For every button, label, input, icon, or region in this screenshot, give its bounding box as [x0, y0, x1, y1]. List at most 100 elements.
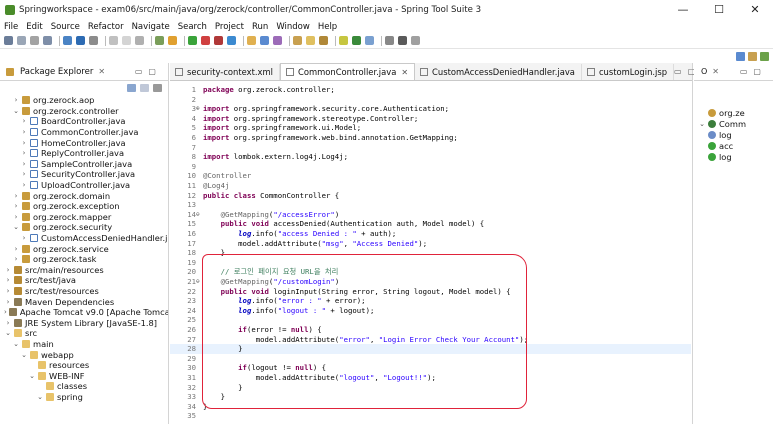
fold-marker-icon[interactable]: ⊖ — [196, 210, 201, 220]
tree-item[interactable]: › Apache Tomcat v9.0 [Apache Tomca — [0, 307, 168, 318]
collapsed-chevron-icon[interactable]: › — [12, 192, 20, 200]
tree-item[interactable]: ⌄ org.zerock.security — [0, 222, 168, 233]
code-line[interactable]: public class CommonController { — [203, 191, 339, 201]
toolbar-action-icon[interactable] — [122, 36, 131, 45]
tree-item[interactable]: classes — [0, 381, 168, 392]
editor-tab[interactable]: security-context.xml — [170, 64, 280, 80]
toolbar-action-icon[interactable] — [306, 36, 315, 45]
code-line[interactable]: @Controller — [203, 171, 251, 181]
collapsed-chevron-icon[interactable]: › — [20, 170, 28, 178]
view-minmax-controls[interactable]: ▭▢ — [135, 67, 162, 76]
editor-tab[interactable]: CommonController.java ✕ — [279, 63, 416, 80]
collapsed-chevron-icon[interactable]: › — [20, 128, 28, 136]
tree-item[interactable]: › src/test/resources — [0, 286, 168, 297]
expanded-chevron-icon[interactable]: ⌄ — [20, 351, 28, 359]
toolbar-action-icon[interactable] — [398, 36, 407, 45]
tree-item[interactable]: ⌄ spring — [0, 392, 168, 403]
collapsed-chevron-icon[interactable]: › — [20, 160, 28, 168]
close-tab-icon[interactable]: ✕ — [401, 68, 408, 77]
tree-item[interactable]: › org.zerock.mapper — [0, 212, 168, 223]
toolbar-action-icon[interactable] — [109, 36, 118, 45]
toolbar-action-icon[interactable] — [17, 36, 26, 45]
menu-edit[interactable]: Edit — [26, 22, 42, 32]
search-icon[interactable] — [736, 51, 745, 61]
code-line[interactable]: @Log4j — [203, 181, 229, 191]
menu-navigate[interactable]: Navigate — [132, 22, 170, 32]
code-line[interactable]: import lombok.extern.log4j.Log4j; — [203, 152, 348, 162]
outline-item[interactable]: org.ze — [694, 107, 773, 118]
menu-search[interactable]: Search — [178, 22, 207, 32]
tree-item[interactable]: ⌄ org.zerock.controller — [0, 106, 168, 117]
tree-item[interactable]: ⌄ main — [0, 339, 168, 350]
toolbar-action-icon[interactable] — [385, 36, 394, 45]
toolbar-action-icon[interactable] — [227, 36, 236, 45]
menu-source[interactable]: Source — [51, 22, 80, 32]
toolbar-action-icon[interactable] — [214, 36, 223, 45]
collapsed-chevron-icon[interactable]: › — [12, 213, 20, 221]
menu-run[interactable]: Run — [252, 22, 268, 32]
tree-item[interactable]: resources — [0, 360, 168, 371]
collapsed-chevron-icon[interactable]: › — [20, 181, 28, 189]
tree-item[interactable]: › SecurityController.java — [0, 169, 168, 180]
menu-project[interactable]: Project — [215, 22, 244, 32]
tree-item[interactable]: › org.zerock.domain — [0, 190, 168, 201]
toolbar-action-icon[interactable] — [260, 36, 269, 45]
code-line[interactable]: import org.springframework.web.bind.anno… — [203, 133, 458, 143]
collapsed-chevron-icon[interactable]: › — [4, 298, 12, 306]
collapsed-chevron-icon[interactable]: › — [20, 139, 28, 147]
collapsed-chevron-icon[interactable]: › — [20, 149, 28, 157]
tree-item[interactable]: › UploadController.java — [0, 180, 168, 191]
expanded-chevron-icon[interactable]: ⌄ — [12, 340, 20, 348]
close-button[interactable]: ✕ — [737, 0, 773, 20]
spring-perspective-icon[interactable] — [760, 51, 769, 61]
toolbar-action-icon[interactable] — [188, 36, 197, 45]
toolbar-action-icon[interactable] — [63, 36, 72, 45]
toolbar-action-icon[interactable] — [155, 36, 164, 45]
toolbar-action-icon[interactable] — [339, 36, 348, 45]
view-menu-icon[interactable] — [153, 84, 162, 92]
tree-item[interactable]: › CustomAccessDeniedHandler.j — [0, 233, 168, 244]
toolbar-action-icon[interactable] — [201, 36, 210, 45]
toolbar-action-icon[interactable] — [365, 36, 374, 45]
tree-item[interactable]: › org.zerock.service — [0, 243, 168, 254]
collapsed-chevron-icon[interactable]: › — [12, 245, 20, 253]
outline-item[interactable]: ⌄ Comm — [694, 118, 773, 129]
tree-item[interactable]: › src/main/resources — [0, 265, 168, 276]
code-line[interactable]: public void accessDenied(Authentication … — [203, 219, 485, 229]
tree-item[interactable]: › Maven Dependencies — [0, 296, 168, 307]
maximize-button[interactable]: ☐ — [701, 0, 737, 20]
outline-item[interactable]: acc — [694, 140, 773, 151]
collapsed-chevron-icon[interactable]: › — [12, 202, 20, 210]
toolbar-action-icon[interactable] — [135, 36, 144, 45]
code-line[interactable]: package org.zerock.controller; — [203, 85, 335, 95]
tree-item[interactable]: › BoardController.java — [0, 116, 168, 127]
code-line[interactable]: log.info("access Denied : " + auth); — [203, 229, 396, 239]
toolbar-action-icon[interactable] — [168, 36, 177, 45]
tree-item[interactable]: › CommonController.java — [0, 127, 168, 138]
package-explorer-tab[interactable]: Package Explorer ✕ ▭▢ — [0, 63, 168, 81]
collapse-all-icon[interactable] — [127, 84, 136, 92]
code-line[interactable]: import org.springframework.ui.Model; — [203, 123, 361, 133]
collapsed-chevron-icon[interactable]: › — [12, 96, 20, 104]
tree-item[interactable]: ⌄ webapp — [0, 349, 168, 360]
outline-item[interactable]: log — [694, 129, 773, 140]
toolbar-action-icon[interactable] — [319, 36, 328, 45]
toolbar-action-icon[interactable] — [352, 36, 361, 45]
tree-item[interactable]: › SampleController.java — [0, 159, 168, 170]
code-line[interactable]: import org.springframework.stereotype.Co… — [203, 114, 418, 124]
collapsed-chevron-icon[interactable]: › — [20, 234, 28, 242]
outline-item[interactable]: log — [694, 151, 773, 162]
tree-item[interactable]: › org.zerock.task — [0, 254, 168, 265]
code-line[interactable]: model.addAttribute("msg", "Access Denied… — [203, 239, 427, 249]
minimize-button[interactable]: — — [665, 0, 701, 20]
collapsed-chevron-icon[interactable]: › — [4, 266, 12, 274]
toolbar-action-icon[interactable] — [293, 36, 302, 45]
tree-item[interactable]: ⌄ WEB-INF — [0, 370, 168, 381]
tree-item[interactable]: › src/test/java — [0, 275, 168, 286]
code-line[interactable]: @GetMapping("/accessError") — [203, 210, 340, 220]
expanded-chevron-icon[interactable]: ⌄ — [4, 329, 12, 337]
fold-marker-icon[interactable]: ⊕ — [196, 104, 201, 114]
menu-help[interactable]: Help — [318, 22, 337, 32]
tree-item[interactable]: › ReplyController.java — [0, 148, 168, 159]
expanded-chevron-icon[interactable]: ⌄ — [28, 372, 36, 380]
